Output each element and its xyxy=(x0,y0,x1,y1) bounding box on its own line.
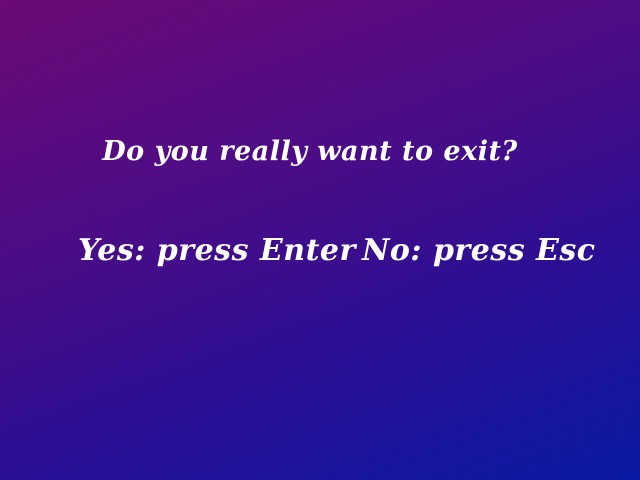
no-option[interactable]: No: press Esc xyxy=(362,233,596,268)
yes-option[interactable]: Yes: press Enter xyxy=(78,233,356,268)
exit-question: Do you really want to exit? xyxy=(102,136,518,167)
exit-confirm-screen: Do you really want to exit? Yes: press E… xyxy=(0,0,640,480)
